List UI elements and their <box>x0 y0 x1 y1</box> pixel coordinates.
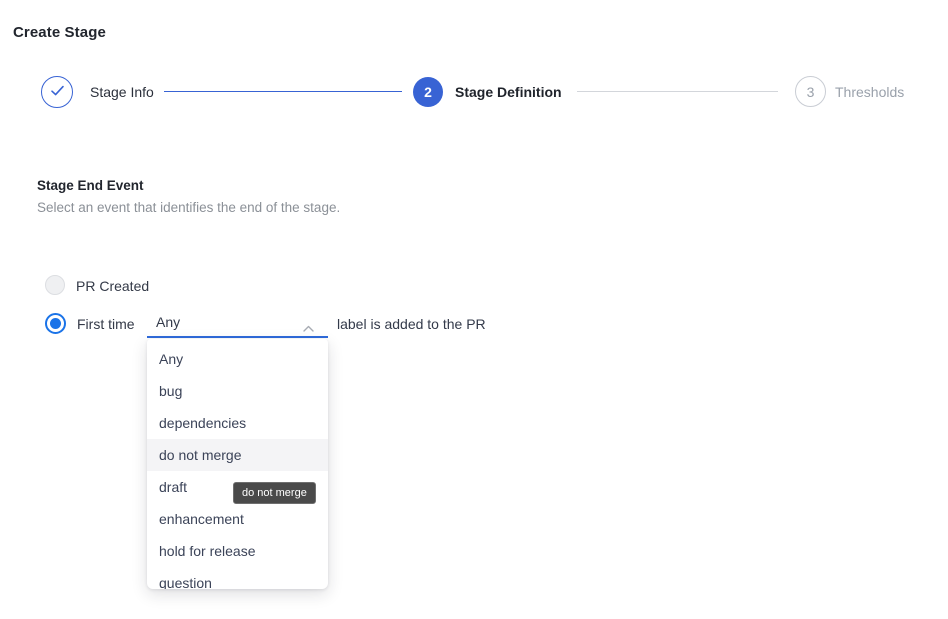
page-title: Create Stage <box>13 24 106 41</box>
radio-pr-created[interactable] <box>45 275 65 295</box>
label-select-value: Any <box>156 314 180 330</box>
label-dropdown-menu: Any bug dependencies do not merge draft … <box>147 339 328 589</box>
step-2-indicator[interactable]: 2 <box>413 77 443 107</box>
section-heading: Stage End Event <box>37 178 144 193</box>
stepper-connector-2 <box>577 91 778 92</box>
select-suffix-text: label is added to the PR <box>337 316 486 332</box>
radio-pr-created-label[interactable]: PR Created <box>76 278 149 294</box>
chevron-up-icon <box>303 319 314 326</box>
radio-first-time[interactable] <box>45 313 66 334</box>
stepper-connector-1 <box>164 91 402 92</box>
dropdown-option-any[interactable]: Any <box>147 343 328 375</box>
step-1-indicator[interactable] <box>41 76 73 108</box>
dropdown-option-enhancement[interactable]: enhancement <box>147 503 328 535</box>
step-3-indicator[interactable]: 3 <box>795 76 826 107</box>
dropdown-option-dependencies[interactable]: dependencies <box>147 407 328 439</box>
step-2-number: 2 <box>424 84 432 100</box>
section-description: Select an event that identifies the end … <box>37 200 340 215</box>
dropdown-option-hold-for-release[interactable]: hold for release <box>147 535 328 567</box>
dropdown-option-question[interactable]: question <box>147 567 328 589</box>
radio-first-time-label[interactable]: First time <box>77 316 135 332</box>
step-3-number: 3 <box>807 84 815 100</box>
step-2-label[interactable]: Stage Definition <box>455 84 562 100</box>
dropdown-option-do-not-merge[interactable]: do not merge <box>147 439 328 471</box>
label-select[interactable]: Any <box>147 310 328 338</box>
tooltip: do not merge <box>233 482 316 504</box>
step-1-label[interactable]: Stage Info <box>90 84 154 100</box>
step-3-label[interactable]: Thresholds <box>835 84 904 100</box>
check-icon <box>50 84 65 100</box>
dropdown-option-bug[interactable]: bug <box>147 375 328 407</box>
